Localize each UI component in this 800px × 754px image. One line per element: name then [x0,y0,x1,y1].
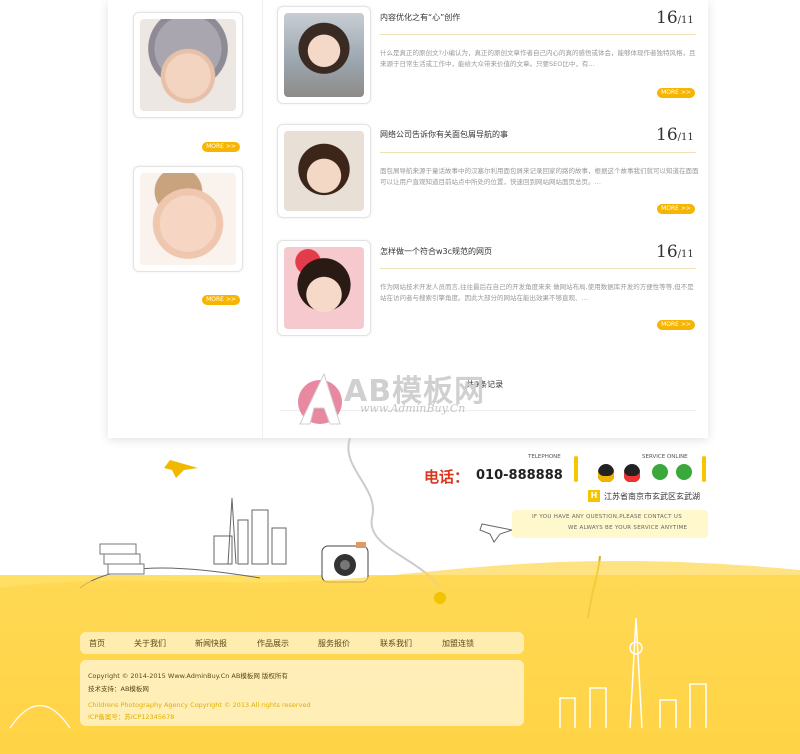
article-title-2[interactable]: 网络公司告诉你有关面包屑导航的事 [380,129,508,140]
column-divider [262,0,263,438]
phone-number: 010-888888 [476,468,563,483]
telephone-label: TELEPHONE [528,454,561,460]
article-more-button-2[interactable]: MORE >> [657,204,695,214]
article-desc-2: 面包屑导航来源于童话故事中的汉塞尔利用面包屑来记录回家的路的故事，根据这个故事我… [380,167,699,186]
contact-message-line2: WE ALWAYS BE YOUR SERVICE ANYTIME [568,525,688,531]
footer-nav-pricing[interactable]: 服务报价 [318,638,350,649]
left-more-button-1[interactable]: MORE >> [202,142,240,152]
article-title-3[interactable]: 怎样做一个符合w3c规范的网页 [380,246,492,257]
date-day: 16 [656,8,678,28]
address-text: 江苏省南京市玄武区玄武湖 [604,492,700,501]
footer-nav-news[interactable]: 新闻快报 [195,638,227,649]
wangwang-icon[interactable] [652,464,668,480]
copyright-line: Copyright © 2014-2015 Www.AdminBuy.Cn AB… [88,672,288,680]
footer-nav-contact[interactable]: 联系我们 [380,638,412,649]
footer-nav-franchise[interactable]: 加盟连锁 [442,638,474,649]
article-date-1: 16/11 [656,8,694,28]
wangwang-icon[interactable] [676,464,692,480]
footer-nav-about[interactable]: 关于我们 [134,638,166,649]
article-title-underline-1 [380,34,696,35]
camera-drawing [321,542,369,583]
qq-icon[interactable] [624,464,640,482]
watermark-url: www.AdminBuy.Cn [360,402,466,415]
article-desc-1: 什么是真正的原创文?小编认为，真正的原创文章作者自己内心的真的感悟或体会，能够体… [380,49,696,68]
qq-icon[interactable] [598,464,614,482]
copyright-box: Copyright © 2014-2015 Www.AdminBuy.Cn AB… [80,660,524,726]
footer-nav-works[interactable]: 作品展示 [257,638,289,649]
footer-nav: 首页 关于我们 新闻快报 作品展示 服务报价 联系我们 加盟连锁 [80,632,524,654]
date-month: /11 [677,15,694,26]
left-photo-2[interactable] [133,166,243,272]
left-photo-1[interactable] [133,12,243,118]
date-month: /11 [677,249,694,260]
article-title-underline-2 [380,152,696,153]
article-title-1[interactable]: 内容优化之有“心”创作 [380,12,460,23]
contact-message-line1: IF YOU HAVE ANY QUESTION,PLEASE CONTACT … [532,514,682,520]
copyright-english-line: Childrens Photography Agency Copyright ©… [88,701,311,709]
date-day: 16 [656,125,678,145]
telephone-bar-icon [574,456,578,482]
date-day: 16 [656,242,678,262]
phone-prefix: 电话： [424,468,470,486]
article-thumb-2[interactable] [277,124,371,218]
article-more-button-1[interactable]: MORE >> [657,88,695,98]
service-bar-icon [702,456,706,482]
date-month: /11 [677,132,694,143]
article-date-2: 16/11 [656,125,694,145]
footer-nav-home[interactable]: 首页 [89,638,105,649]
service-label: SERVICE ONLINE [642,454,688,460]
article-thumb-1[interactable] [277,6,371,104]
left-more-button-2[interactable]: MORE >> [202,295,240,305]
article-thumb-3[interactable] [277,240,371,336]
watermark: AB模板网 www.AdminBuy.Cn [290,360,490,440]
address-badge-icon: H [588,490,600,502]
article-desc-3: 作为网站技术开发人员而言,往往最后在自己的开发角度来来 做网站布局,使用数据库开… [380,283,694,302]
article-title-underline-3 [380,268,696,269]
article-more-button-3[interactable]: MORE >> [657,320,695,330]
tech-support-line: 技术支持：AB模板网 [88,685,149,693]
icp-line: ICP备案号：苏ICP12345678 [88,713,175,721]
article-date-3: 16/11 [656,242,694,262]
